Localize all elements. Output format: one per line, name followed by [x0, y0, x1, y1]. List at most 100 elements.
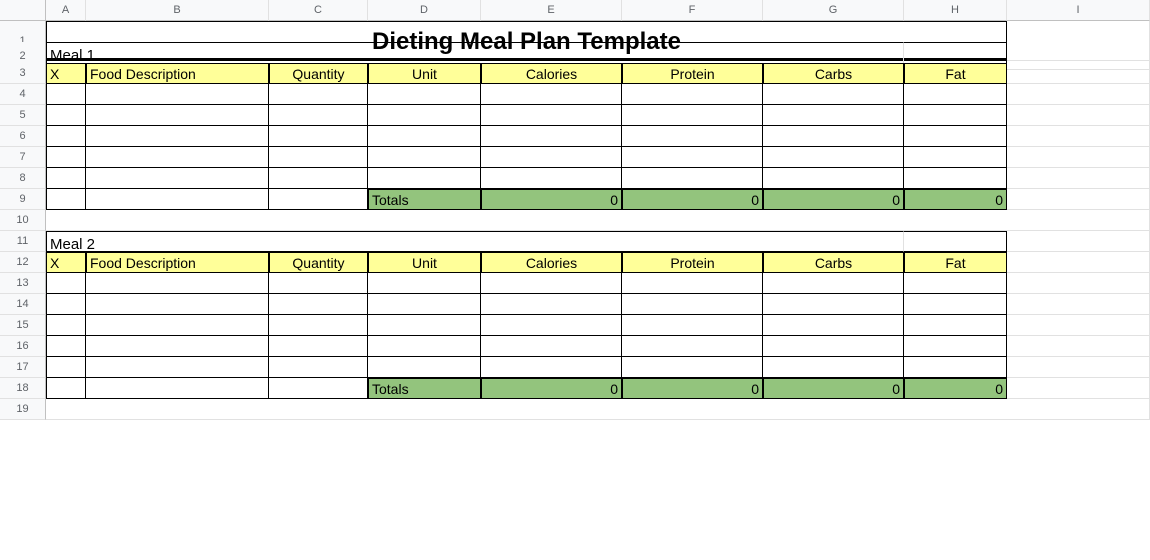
cell-A7[interactable] — [46, 147, 86, 168]
cell-C18[interactable] — [269, 378, 368, 399]
cell-C7[interactable] — [269, 147, 368, 168]
cell-E15[interactable] — [481, 315, 622, 336]
col-header-A[interactable]: A — [46, 0, 86, 21]
cell-F15[interactable] — [622, 315, 763, 336]
cell-A14[interactable] — [46, 294, 86, 315]
cell-E14[interactable] — [481, 294, 622, 315]
cell-D17[interactable] — [368, 357, 481, 378]
row-header-3[interactable]: 3 — [0, 63, 46, 84]
row-header-5[interactable]: 5 — [0, 105, 46, 126]
cell-H11[interactable] — [904, 231, 1007, 252]
meal1-hdr-qty[interactable]: Quantity — [269, 63, 368, 84]
cell-B9[interactable] — [86, 189, 269, 210]
cell-I16[interactable] — [1007, 336, 1150, 357]
cell-D8[interactable] — [368, 168, 481, 189]
cell-A5[interactable] — [46, 105, 86, 126]
cell-G4[interactable] — [763, 84, 904, 105]
meal1-totals-cal[interactable]: 0 — [481, 189, 622, 210]
cell-B8[interactable] — [86, 168, 269, 189]
row-header-16[interactable]: 16 — [0, 336, 46, 357]
meal2-totals-fat[interactable]: 0 — [904, 378, 1007, 399]
meal1-hdr-food[interactable]: Food Description — [86, 63, 269, 84]
cell-C13[interactable] — [269, 273, 368, 294]
row-header-11[interactable]: 11 — [0, 231, 46, 252]
cell-A8[interactable] — [46, 168, 86, 189]
col-header-H[interactable]: H — [904, 0, 1007, 21]
cell-I3[interactable] — [1007, 63, 1150, 84]
cell-D6[interactable] — [368, 126, 481, 147]
cell-G5[interactable] — [763, 105, 904, 126]
cell-I14[interactable] — [1007, 294, 1150, 315]
cell-H14[interactable] — [904, 294, 1007, 315]
cell-F4[interactable] — [622, 84, 763, 105]
cell-F6[interactable] — [622, 126, 763, 147]
cell-D5[interactable] — [368, 105, 481, 126]
meal2-hdr-qty[interactable]: Quantity — [269, 252, 368, 273]
row-header-14[interactable]: 14 — [0, 294, 46, 315]
cell-E13[interactable] — [481, 273, 622, 294]
cell-A15[interactable] — [46, 315, 86, 336]
cell-D4[interactable] — [368, 84, 481, 105]
cell-A6[interactable] — [46, 126, 86, 147]
cell-C4[interactable] — [269, 84, 368, 105]
row-header-10[interactable]: 10 — [0, 210, 46, 231]
cell-F5[interactable] — [622, 105, 763, 126]
cell-C15[interactable] — [269, 315, 368, 336]
cell-I7[interactable] — [1007, 147, 1150, 168]
meal1-hdr-prot[interactable]: Protein — [622, 63, 763, 84]
meal1-hdr-cal[interactable]: Calories — [481, 63, 622, 84]
cell-H5[interactable] — [904, 105, 1007, 126]
spreadsheet-grid[interactable]: A B C D E F G H I 1 Dieting Meal Plan Te… — [0, 0, 1150, 420]
cell-I17[interactable] — [1007, 357, 1150, 378]
cell-H15[interactable] — [904, 315, 1007, 336]
cell-H4[interactable] — [904, 84, 1007, 105]
row-header-8[interactable]: 8 — [0, 168, 46, 189]
cell-C16[interactable] — [269, 336, 368, 357]
cell-E7[interactable] — [481, 147, 622, 168]
cell-B16[interactable] — [86, 336, 269, 357]
cell-D16[interactable] — [368, 336, 481, 357]
meal2-hdr-unit[interactable]: Unit — [368, 252, 481, 273]
cell-A9[interactable] — [46, 189, 86, 210]
meal1-totals-carb[interactable]: 0 — [763, 189, 904, 210]
cell-B13[interactable] — [86, 273, 269, 294]
col-header-I[interactable]: I — [1007, 0, 1150, 21]
cell-G14[interactable] — [763, 294, 904, 315]
row-header-17[interactable]: 17 — [0, 357, 46, 378]
row-header-6[interactable]: 6 — [0, 126, 46, 147]
cell-F14[interactable] — [622, 294, 763, 315]
meal2-totals-cal[interactable]: 0 — [481, 378, 622, 399]
col-header-C[interactable]: C — [269, 0, 368, 21]
meal2-hdr-food[interactable]: Food Description — [86, 252, 269, 273]
col-header-B[interactable]: B — [86, 0, 269, 21]
cell-H13[interactable] — [904, 273, 1007, 294]
cell-row10[interactable] — [46, 210, 1150, 231]
cell-I12[interactable] — [1007, 252, 1150, 273]
cell-D15[interactable] — [368, 315, 481, 336]
meal1-hdr-unit[interactable]: Unit — [368, 63, 481, 84]
cell-H17[interactable] — [904, 357, 1007, 378]
row-header-9[interactable]: 9 — [0, 189, 46, 210]
cell-I5[interactable] — [1007, 105, 1150, 126]
cell-E6[interactable] — [481, 126, 622, 147]
meal1-hdr-carb[interactable]: Carbs — [763, 63, 904, 84]
row-header-15[interactable]: 15 — [0, 315, 46, 336]
cell-E8[interactable] — [481, 168, 622, 189]
cell-I6[interactable] — [1007, 126, 1150, 147]
cell-F7[interactable] — [622, 147, 763, 168]
cell-row19[interactable] — [46, 399, 1150, 420]
cell-H6[interactable] — [904, 126, 1007, 147]
cell-B7[interactable] — [86, 147, 269, 168]
cell-C8[interactable] — [269, 168, 368, 189]
col-header-E[interactable]: E — [481, 0, 622, 21]
cell-C9[interactable] — [269, 189, 368, 210]
cell-G17[interactable] — [763, 357, 904, 378]
cell-B17[interactable] — [86, 357, 269, 378]
row-header-18[interactable]: 18 — [0, 378, 46, 399]
cell-E5[interactable] — [481, 105, 622, 126]
cell-I15[interactable] — [1007, 315, 1150, 336]
cell-I18[interactable] — [1007, 378, 1150, 399]
meal2-totals-label[interactable]: Totals — [368, 378, 481, 399]
cell-B4[interactable] — [86, 84, 269, 105]
cell-G8[interactable] — [763, 168, 904, 189]
